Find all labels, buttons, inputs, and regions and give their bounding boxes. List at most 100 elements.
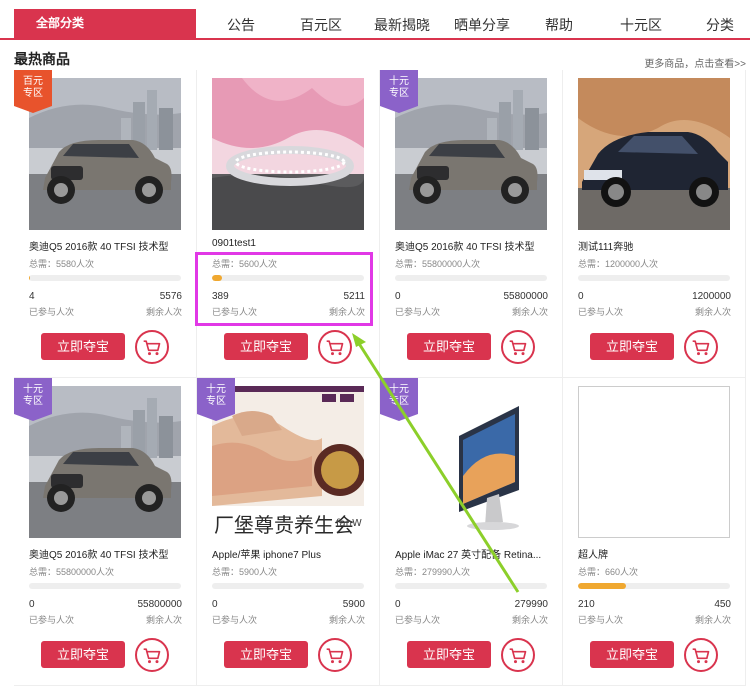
remaining-count: 279990 bbox=[514, 599, 548, 610]
add-to-cart-button[interactable] bbox=[684, 638, 718, 672]
product-name[interactable]: 测试111奔驰 bbox=[578, 238, 738, 253]
joined-label: 已参与人次 bbox=[29, 307, 75, 317]
progress-bar bbox=[29, 275, 181, 281]
remaining-label: 剩余人次 bbox=[511, 615, 548, 625]
remaining-label: 剩余人次 bbox=[145, 307, 182, 317]
all-categories-button[interactable]: 全部分类 bbox=[14, 9, 196, 40]
total-needed: 总需：279990人次 bbox=[395, 567, 471, 577]
zone-badge-top: 百元 bbox=[23, 76, 43, 87]
nav-item-help[interactable]: 帮助 bbox=[545, 15, 573, 35]
remaining-label: 剩余人次 bbox=[694, 615, 731, 625]
section-title: 最热商品 bbox=[14, 51, 70, 67]
joined-label: 已参与人次 bbox=[578, 307, 624, 317]
total-needed: 总需：5580人次 bbox=[29, 259, 95, 269]
product-card[interactable]: 测试111奔驰 总需：1200000人次 0 1200000 已参与人次 剩余人… bbox=[563, 70, 746, 378]
buy-now-button[interactable]: 立即夺宝 bbox=[224, 333, 308, 360]
add-to-cart-button[interactable] bbox=[318, 638, 352, 672]
zone-badge-top: 十元 bbox=[206, 384, 226, 395]
product-name[interactable]: 0901test1 bbox=[212, 238, 372, 249]
cart-icon bbox=[691, 645, 711, 665]
zone-badge-bottom: 专区 bbox=[23, 396, 43, 407]
buy-now-button[interactable]: 立即夺宝 bbox=[224, 641, 308, 668]
nav-item-announcements[interactable]: 公告 bbox=[227, 15, 255, 35]
total-needed: 总需：660人次 bbox=[578, 567, 639, 577]
buy-now-button[interactable]: 立即夺宝 bbox=[41, 333, 125, 360]
cart-icon bbox=[508, 645, 528, 665]
product-card[interactable]: 十元 专区 Apple iMac 27 英寸配备 Retina... 总需：27… bbox=[380, 378, 563, 686]
buy-now-button[interactable]: 立即夺宝 bbox=[407, 641, 491, 668]
zone-badge-bottom: 专区 bbox=[206, 396, 226, 407]
buy-now-button[interactable]: 立即夺宝 bbox=[41, 641, 125, 668]
product-card[interactable]: 厂堡尊贵养生会 fanW 十元 专区 Apple/苹果 iphone7 Plus… bbox=[197, 378, 380, 686]
progress-bar bbox=[578, 583, 730, 589]
add-to-cart-button[interactable] bbox=[684, 330, 718, 364]
progress-bar bbox=[212, 583, 364, 589]
joined-label: 已参与人次 bbox=[578, 615, 624, 625]
cart-icon bbox=[142, 337, 162, 357]
remaining-count: 55800000 bbox=[137, 599, 183, 610]
buy-now-button[interactable]: 立即夺宝 bbox=[590, 641, 674, 668]
nav-item-ten-zone[interactable]: 十元区 bbox=[620, 15, 662, 35]
add-to-cart-button[interactable] bbox=[501, 638, 535, 672]
product-card[interactable]: 十元 专区 奥迪Q5 2016款 40 TFSI 技术型 总需：55800000… bbox=[380, 70, 563, 378]
total-needed: 总需：55800000人次 bbox=[29, 567, 115, 577]
spa-image-small-text: fanW bbox=[336, 518, 362, 529]
zone-badge: 百元 专区 bbox=[14, 70, 52, 113]
product-name[interactable]: Apple iMac 27 英寸配备 Retina... bbox=[395, 546, 555, 561]
nav-item-share[interactable]: 晒单分享 bbox=[454, 15, 510, 35]
joined-count: 4 bbox=[29, 291, 35, 302]
product-image-mercedes-sedan[interactable] bbox=[578, 78, 730, 230]
add-to-cart-button[interactable] bbox=[135, 638, 169, 672]
add-to-cart-button[interactable] bbox=[501, 330, 535, 364]
buy-now-button[interactable]: 立即夺宝 bbox=[590, 333, 674, 360]
product-grid: 百元 专区 奥迪Q5 2016款 40 TFSI 技术型 总需：5580人次 4… bbox=[14, 70, 748, 686]
total-needed: 总需：5900人次 bbox=[212, 567, 278, 577]
product-name[interactable]: 奥迪Q5 2016款 40 TFSI 技术型 bbox=[395, 238, 555, 253]
product-image-diamond-ring[interactable] bbox=[212, 78, 364, 230]
progress-fill bbox=[578, 583, 627, 589]
cart-icon bbox=[325, 645, 345, 665]
remaining-count: 5900 bbox=[342, 599, 365, 610]
spa-image-text: 厂堡尊贵养生会 bbox=[214, 513, 354, 537]
joined-label: 已参与人次 bbox=[29, 615, 75, 625]
add-to-cart-button[interactable] bbox=[318, 330, 352, 364]
product-card[interactable]: 百元 专区 奥迪Q5 2016款 40 TFSI 技术型 总需：5580人次 4… bbox=[14, 70, 197, 378]
joined-label: 已参与人次 bbox=[212, 615, 258, 625]
product-card[interactable]: 0901test1 总需：5600人次 389 5211 已参与人次 剩余人次 … bbox=[197, 70, 380, 378]
joined-label: 已参与人次 bbox=[395, 615, 441, 625]
zone-badge-top: 十元 bbox=[389, 384, 409, 395]
remaining-label: 剩余人次 bbox=[694, 307, 731, 317]
nav-item-hundred-zone[interactable]: 百元区 bbox=[300, 15, 342, 35]
zone-badge-top: 十元 bbox=[23, 384, 43, 395]
product-name[interactable]: 超人牌 bbox=[578, 546, 738, 561]
product-name[interactable]: Apple/苹果 iphone7 Plus bbox=[212, 546, 372, 561]
remaining-count: 1200000 bbox=[692, 291, 731, 302]
remaining-label: 剩余人次 bbox=[145, 615, 182, 625]
zone-badge: 十元 专区 bbox=[380, 378, 418, 421]
remaining-count: 450 bbox=[714, 599, 731, 610]
product-name[interactable]: 奥迪Q5 2016款 40 TFSI 技术型 bbox=[29, 238, 189, 253]
product-name[interactable]: 奥迪Q5 2016款 40 TFSI 技术型 bbox=[29, 546, 189, 561]
zone-badge-top: 十元 bbox=[389, 76, 409, 87]
zone-badge-bottom: 专区 bbox=[389, 88, 409, 99]
product-card[interactable]: 超人牌 总需：660人次 210 450 已参与人次 剩余人次 立即夺宝 bbox=[563, 378, 746, 686]
zone-badge: 十元 专区 bbox=[380, 70, 418, 113]
joined-count: 0 bbox=[29, 599, 35, 610]
add-to-cart-button[interactable] bbox=[135, 330, 169, 364]
joined-count: 210 bbox=[578, 599, 595, 610]
joined-count: 0 bbox=[578, 291, 584, 302]
more-products-link[interactable]: 更多商品，点击查看>> bbox=[644, 55, 746, 70]
nav-item-category[interactable]: 分类 bbox=[706, 15, 734, 35]
zone-badge-bottom: 专区 bbox=[389, 396, 409, 407]
progress-bar bbox=[578, 275, 730, 281]
buy-now-button[interactable]: 立即夺宝 bbox=[407, 333, 491, 360]
product-card[interactable]: 十元 专区 奥迪Q5 2016款 40 TFSI 技术型 总需：55800000… bbox=[14, 378, 197, 686]
zone-badge: 十元 专区 bbox=[197, 378, 235, 421]
zone-badge: 十元 专区 bbox=[14, 378, 52, 421]
product-image-blank[interactable] bbox=[578, 386, 730, 538]
top-nav: 全部分类 公告 百元区 最新揭晓 晒单分享 帮助 十元区 分类 bbox=[0, 0, 750, 40]
nav-item-latest-results[interactable]: 最新揭晓 bbox=[374, 15, 430, 35]
cart-icon bbox=[142, 645, 162, 665]
progress-bar bbox=[29, 583, 181, 589]
progress-bar bbox=[395, 275, 547, 281]
